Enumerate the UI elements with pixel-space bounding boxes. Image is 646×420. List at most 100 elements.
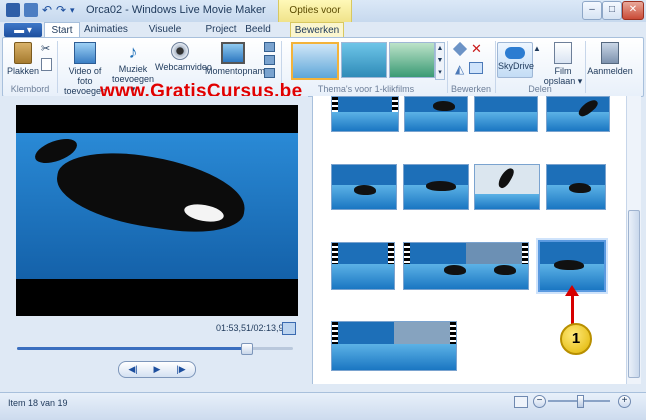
tab-bewerken[interactable]: Bewerken bbox=[290, 22, 344, 38]
clip-orca bbox=[354, 185, 376, 195]
skydrive-label: SkyDrive bbox=[498, 61, 535, 71]
minimize-button[interactable]: – bbox=[582, 1, 602, 20]
title-icon[interactable] bbox=[264, 42, 275, 52]
undo-icon[interactable]: ↶ bbox=[42, 3, 56, 17]
group-separator bbox=[585, 41, 586, 93]
storyboard-clip[interactable] bbox=[546, 164, 606, 210]
maximize-button[interactable]: □ bbox=[602, 1, 622, 20]
copy-icon[interactable] bbox=[41, 58, 52, 71]
sign-in-label: Aanmelden bbox=[587, 66, 633, 76]
clip-orca bbox=[496, 165, 516, 191]
cut-icon[interactable]: ✂ bbox=[41, 42, 50, 55]
storyboard-clip[interactable] bbox=[404, 96, 468, 132]
fullscreen-preview-button[interactable] bbox=[282, 322, 296, 335]
zoom-slider-thumb[interactable] bbox=[577, 395, 584, 408]
select-all-icon[interactable]: ◭ bbox=[455, 62, 464, 76]
theme-gallery-scroll[interactable]: ▲ ▼ ▾ bbox=[435, 42, 445, 80]
callout-number-badge: 1 bbox=[560, 323, 592, 355]
context-tab-header: Opties voor video bbox=[278, 0, 352, 38]
clip-orca bbox=[494, 265, 516, 275]
webcam-icon bbox=[171, 42, 189, 60]
skydrive-button[interactable]: SkyDrive bbox=[497, 42, 535, 78]
sign-in-button[interactable]: Aanmelden bbox=[587, 42, 633, 76]
clip-water bbox=[475, 112, 537, 131]
share-gallery-scroll[interactable]: ▲ bbox=[533, 44, 541, 53]
edit-group-label: Bewerken bbox=[450, 84, 492, 94]
delete-icon[interactable]: ✕ bbox=[471, 41, 482, 57]
skydrive-cloud-icon bbox=[505, 47, 525, 59]
theme-thumbnail[interactable] bbox=[389, 42, 435, 78]
storyboard-clip[interactable] bbox=[403, 164, 469, 210]
add-music-label-line1: Muziek bbox=[118, 64, 148, 74]
clip-water bbox=[547, 112, 609, 131]
storyboard-clip[interactable] bbox=[331, 96, 399, 132]
ribbon-tabs: ▬ ▾ Start Animaties Visuele effecten Pro… bbox=[0, 22, 646, 50]
app-icon[interactable] bbox=[6, 3, 20, 17]
credits-icon[interactable] bbox=[264, 68, 275, 78]
film-save-icon bbox=[554, 42, 572, 64]
close-button[interactable]: ✕ bbox=[622, 1, 644, 20]
tab-visuele-effecten[interactable]: Visuele effecten bbox=[132, 22, 198, 50]
clip-orca bbox=[569, 183, 591, 193]
thumbnail-size-icon[interactable] bbox=[514, 396, 528, 408]
clipboard-icon bbox=[14, 42, 32, 64]
ribbon: Plakken ✂ Klembord Video of foto toevoeg… bbox=[2, 37, 644, 97]
clip-orca bbox=[444, 265, 466, 275]
storyboard-clip[interactable] bbox=[331, 164, 397, 210]
window-title: Orca02 - Windows Live Movie Maker bbox=[86, 4, 266, 16]
caption-icon[interactable] bbox=[264, 55, 275, 65]
storyboard-clip[interactable] bbox=[331, 242, 395, 290]
snapshot-label: Momentopname bbox=[205, 66, 271, 76]
play-button[interactable]: ▶ bbox=[145, 363, 169, 376]
user-icon bbox=[601, 42, 619, 64]
clip-orca bbox=[433, 101, 455, 111]
clip-water bbox=[332, 343, 456, 370]
tab-beeld[interactable]: Beeld bbox=[244, 22, 272, 37]
paste-label: Plakken bbox=[7, 66, 40, 76]
previous-frame-button[interactable]: ◀| bbox=[121, 363, 145, 376]
clipboard-group-label: Klembord bbox=[10, 84, 50, 94]
status-bar bbox=[0, 392, 646, 420]
save-icon[interactable] bbox=[24, 3, 38, 17]
redo-icon[interactable]: ↷ bbox=[56, 3, 70, 17]
tab-animaties[interactable]: Animaties bbox=[84, 22, 128, 37]
tab-project[interactable]: Project bbox=[204, 22, 238, 37]
snapshot-icon bbox=[221, 42, 245, 64]
snapshot-button[interactable]: Momentopname bbox=[205, 42, 270, 76]
storyboard-clip[interactable] bbox=[331, 321, 457, 371]
clip-water bbox=[405, 112, 467, 131]
storyboard-clip[interactable] bbox=[474, 96, 538, 132]
film-photo-icon bbox=[74, 42, 96, 64]
scrollbar-thumb[interactable] bbox=[628, 210, 640, 378]
webcam-label: Webcamvideo bbox=[155, 62, 212, 72]
theme-thumbnail[interactable] bbox=[291, 42, 339, 80]
zoom-out-button[interactable]: − bbox=[533, 395, 546, 408]
quick-access-dropdown-icon[interactable]: ▾ bbox=[70, 3, 84, 17]
crop-icon[interactable] bbox=[469, 62, 483, 74]
callout-arrow bbox=[571, 293, 574, 325]
themes-group-label: Thema's voor 1-klikfilms bbox=[317, 84, 415, 94]
storyboard-clip[interactable] bbox=[403, 242, 529, 290]
share-group-label: Delen bbox=[528, 84, 552, 94]
clip-water bbox=[475, 193, 539, 209]
video-preview[interactable] bbox=[16, 105, 298, 316]
paste-button[interactable]: Plakken bbox=[7, 42, 39, 76]
seek-bar-thumb[interactable] bbox=[241, 343, 253, 355]
group-separator bbox=[447, 41, 448, 93]
status-item-count: Item 18 van 19 bbox=[8, 398, 68, 408]
theme-thumbnail[interactable] bbox=[341, 42, 387, 78]
next-frame-button[interactable]: |▶ bbox=[169, 363, 193, 376]
save-movie-button[interactable]: Film opslaan ▾ bbox=[543, 42, 583, 86]
storyboard-clip[interactable] bbox=[474, 164, 540, 210]
webcam-video-button[interactable]: Webcamvideo bbox=[155, 42, 212, 72]
save-movie-label-line1: Film bbox=[554, 66, 572, 76]
group-separator bbox=[495, 41, 496, 93]
storyboard-clip[interactable] bbox=[546, 96, 610, 132]
zoom-in-button[interactable]: + bbox=[618, 395, 631, 408]
application-menu-button[interactable]: ▬ ▾ bbox=[4, 23, 42, 37]
playback-controls: ◀| ▶ |▶ bbox=[118, 361, 196, 378]
clip-orca bbox=[426, 181, 456, 191]
tab-start[interactable]: Start bbox=[44, 22, 80, 38]
rotate-left-icon[interactable] bbox=[452, 41, 468, 57]
title-bar: ↶ ↷ ▾ Orca02 - Windows Live Movie Maker … bbox=[0, 0, 646, 38]
